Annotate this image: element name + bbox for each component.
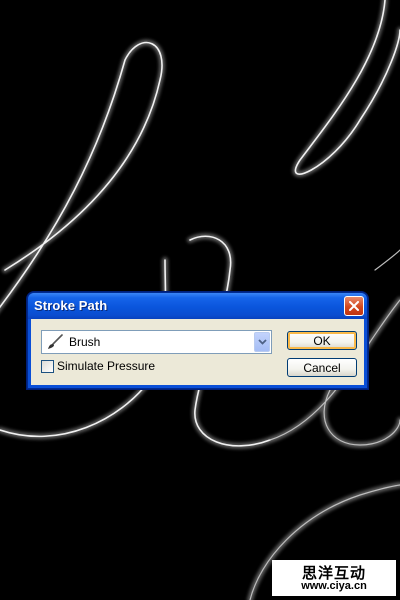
tool-select-value: Brush	[69, 335, 101, 349]
ok-button[interactable]: OK	[287, 331, 357, 350]
simulate-pressure-checkbox[interactable]	[41, 360, 54, 373]
chevron-down-icon	[257, 339, 267, 345]
simulate-pressure-label[interactable]: Simulate Pressure	[57, 359, 155, 373]
dialog-body: Brush Simulate Pressure OK Cancel	[31, 319, 364, 385]
watermark-url: www.ciya.cn	[301, 580, 367, 592]
dialog-title-bar[interactable]: Stroke Path	[28, 293, 367, 319]
dialog-title: Stroke Path	[34, 298, 108, 313]
tool-select[interactable]: Brush	[41, 330, 272, 354]
watermark: 思洋互动 www.ciya.cn	[272, 560, 396, 596]
dropdown-arrow-button[interactable]	[254, 332, 270, 352]
cancel-button[interactable]: Cancel	[287, 358, 357, 377]
close-button[interactable]	[344, 296, 364, 316]
close-icon	[349, 301, 359, 311]
brush-icon	[48, 334, 63, 349]
stroke-path-dialog: Stroke Path Brush Simulate Pressure OK C…	[27, 292, 368, 389]
